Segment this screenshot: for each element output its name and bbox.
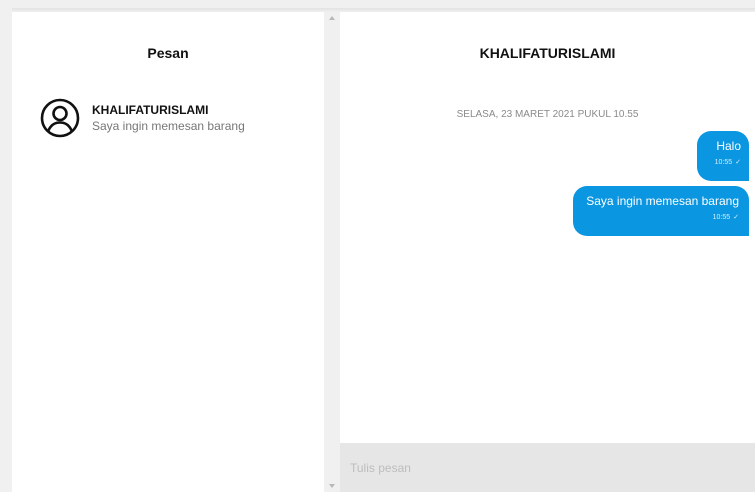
user-circle-icon [40,98,80,138]
conversation-preview: Saya ingin memesan barang [92,119,245,133]
chat-title: KHALIFATURISLAMI [479,45,616,61]
chat-panel: KHALIFATURISLAMI SELASA, 23 MARET 2021 P… [340,12,755,492]
conversation-list-panel: Pesan KHALIFATURISLAMI Saya ingin memesa… [12,12,324,492]
message-time: 10:55 ✓ [579,213,739,221]
message-bubble: Halo 10:55 ✓ [697,131,749,181]
vertical-scrollbar[interactable] [324,12,340,492]
conversation-name: KHALIFATURISLAMI [92,103,209,117]
message-text: Halo [716,139,741,153]
date-separator: SELASA, 23 MARET 2021 PUKUL 10.55 [456,109,639,120]
message-time: 10:55 ✓ [705,158,741,166]
message-timestamp: 10:55 [714,159,733,166]
scroll-down-arrow-icon[interactable] [329,484,335,488]
conversation-list-title: Pesan [147,45,189,61]
message-text: Saya ingin memesan barang [586,194,739,208]
message-input[interactable] [348,455,747,481]
scroll-up-arrow-icon[interactable] [329,16,335,20]
message-bubble: Saya ingin memesan barang 10:55 ✓ [573,186,749,236]
message-timestamp: 10:55 [712,214,731,221]
check-icon: ✓ [733,214,739,221]
message-composer [340,443,755,492]
check-icon: ✓ [735,159,741,166]
conversation-item[interactable]: KHALIFATURISLAMI Saya ingin memesan bara… [40,98,310,144]
